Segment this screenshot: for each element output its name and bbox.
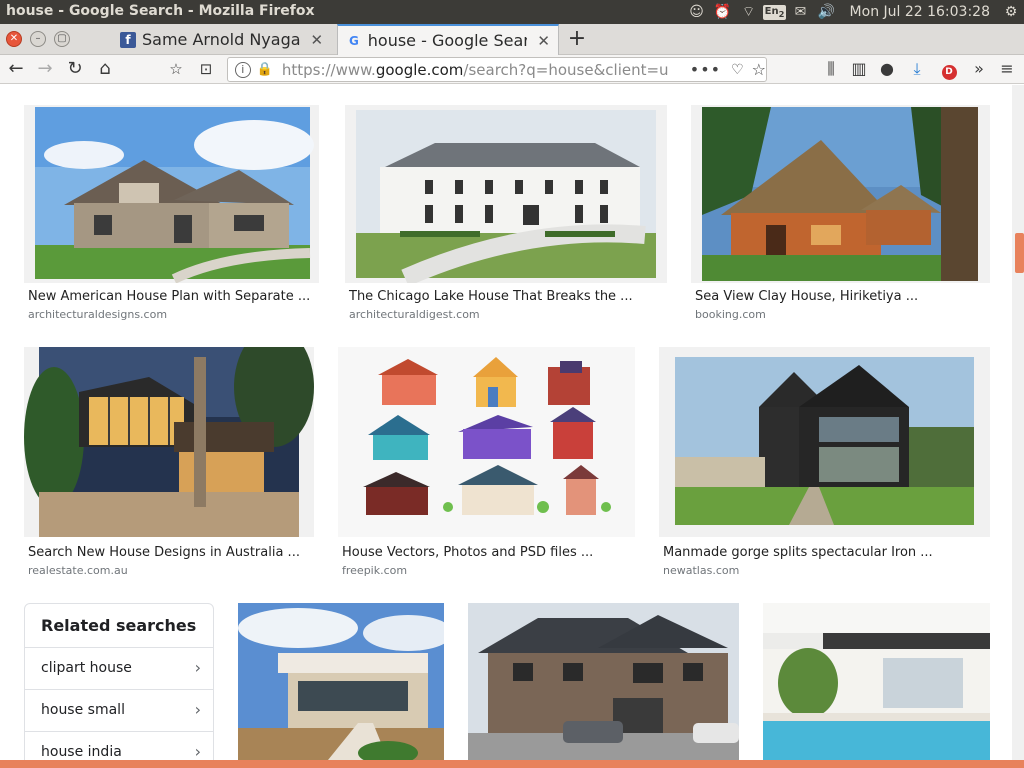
search-results-content: New American House Plan with Separate ..… [0, 85, 1012, 760]
bottom-accent-bar [0, 760, 1024, 768]
os-top-bar: house - Google Search - Mozilla Firefox … [0, 0, 1024, 24]
library-icon[interactable]: ⫼ [818, 57, 844, 81]
pocket-icon[interactable]: ♡ [731, 62, 744, 78]
screenshot-icon[interactable]: ⊡ [194, 57, 218, 81]
chevron-right-icon: › [194, 742, 201, 760]
settings-gear-icon[interactable]: ⚙ [998, 0, 1024, 24]
window-close-button[interactable]: ✕ [6, 31, 22, 47]
tab-label: Same Arnold Nyaga [142, 30, 301, 49]
related-searches-heading: Related searches [41, 616, 197, 635]
url-text[interactable]: https://www.google.com/search?q=house&cl… [282, 61, 682, 79]
related-search-label: house small [41, 702, 125, 718]
chevron-right-icon: › [194, 658, 201, 677]
image-title[interactable]: Sea View Clay House, Hiriketiya ... [695, 289, 918, 304]
image-title[interactable]: House Vectors, Photos and PSD files ... [342, 545, 593, 560]
mail-icon[interactable]: ✉ [788, 0, 814, 24]
house-photo-australia[interactable] [24, 347, 314, 537]
image-source[interactable]: booking.com [695, 308, 766, 321]
image-source[interactable]: architecturaldesigns.com [28, 308, 167, 321]
image-source[interactable]: freepik.com [342, 564, 407, 577]
image-result-9[interactable] [763, 603, 990, 760]
bookmark-star-outline-icon[interactable]: ☆ [164, 57, 188, 81]
url-host: google.com [375, 60, 464, 79]
image-title[interactable]: The Chicago Lake House That Breaks the .… [349, 289, 633, 304]
house-photo-chicago-lake[interactable] [345, 105, 667, 283]
download-icon[interactable]: ⤓ [904, 57, 930, 81]
clock[interactable]: Mon Jul 22 16:03:28 [850, 4, 990, 20]
reload-icon[interactable]: ↻ [63, 57, 87, 81]
volume-icon[interactable]: 🔊 [814, 0, 840, 24]
keyboard-language-indicator[interactable]: En2 [762, 0, 788, 24]
image-source[interactable]: architecturaldigest.com [349, 308, 480, 321]
home-icon[interactable]: ⌂ [93, 57, 117, 81]
related-searches-panel: Related searches clipart house › house s… [24, 603, 214, 760]
related-search-item[interactable]: clipart house › [25, 647, 213, 689]
tab-label: house - Google Search [367, 31, 528, 50]
new-tab-button[interactable]: + [562, 26, 592, 54]
tab-facebook[interactable]: f Same Arnold Nyaga ✕ [112, 24, 336, 55]
emoji-indicator-icon[interactable]: ☺ [684, 0, 710, 24]
hamburger-menu-icon[interactable]: ≡ [994, 57, 1020, 81]
related-search-item[interactable]: house small › [25, 689, 213, 731]
image-result-8[interactable] [468, 603, 739, 760]
house-vector-illustrations[interactable] [338, 347, 635, 537]
related-search-item[interactable]: house india › [25, 731, 213, 760]
window-minimize-button[interactable]: – [30, 31, 46, 47]
house-photo-iron-gorge[interactable] [659, 347, 990, 537]
url-path: /search?q=house&client=u [463, 60, 669, 79]
image-result-7[interactable] [238, 603, 444, 760]
google-icon: G [348, 33, 359, 48]
lang-sub: 2 [778, 8, 785, 19]
image-title[interactable]: Search New House Designs in Australia ..… [28, 545, 300, 560]
lock-icon[interactable]: 🔒 [257, 62, 273, 77]
lang-code: En [764, 5, 779, 17]
page-actions-more-icon[interactable]: ••• [690, 60, 721, 79]
forward-arrow-icon[interactable]: → [33, 57, 57, 81]
alarm-clock-icon[interactable]: ⏰ [710, 0, 736, 24]
image-source[interactable]: realestate.com.au [28, 564, 128, 577]
overflow-chevron-icon[interactable]: » [966, 57, 992, 81]
scrollbar-thumb[interactable] [1015, 233, 1024, 273]
image-title[interactable]: Manmade gorge splits spectacular Iron ..… [663, 545, 933, 560]
tab-strip: ✕ – ▢ f Same Arnold Nyaga ✕ G house - Go… [0, 24, 1024, 55]
chevron-right-icon: › [194, 700, 201, 719]
url-prefix: https://www. [281, 60, 376, 79]
site-info-icon[interactable]: i [235, 61, 251, 78]
house-photo-american[interactable] [24, 105, 319, 283]
system-tray: ☺ ⏰ ⌔ En2 ✉ 🔊 Mon Jul 22 16:03:28 ⚙ [684, 0, 1024, 24]
sidebar-icon[interactable]: ▥ [846, 57, 872, 81]
bookmark-star-icon[interactable]: ☆ [752, 60, 766, 79]
tab-google-search[interactable]: G house - Google Search ✕ [337, 24, 559, 55]
back-arrow-icon[interactable]: ← [4, 57, 28, 81]
wifi-icon[interactable]: ⌔ [736, 0, 762, 24]
image-source[interactable]: newatlas.com [663, 564, 739, 577]
facebook-icon: f [120, 31, 136, 48]
window-maximize-button[interactable]: ▢ [54, 31, 70, 47]
url-bar[interactable]: i 🔒 https://www.google.com/search?q=hous… [227, 57, 767, 82]
tab-close-icon[interactable]: ✕ [311, 31, 324, 49]
account-icon[interactable]: ● [874, 57, 900, 81]
image-title[interactable]: New American House Plan with Separate ..… [28, 289, 310, 304]
related-search-label: clipart house [41, 660, 132, 676]
navigation-toolbar: ← → ↻ ⌂ ☆ ⊡ i 🔒 https://www.google.com/s… [0, 55, 1024, 84]
related-search-label: house india [41, 744, 122, 760]
extension-d-icon[interactable]: D [936, 57, 962, 81]
house-photo-clay-house[interactable] [691, 105, 990, 283]
page-scrollbar[interactable] [1012, 85, 1024, 760]
tab-close-icon[interactable]: ✕ [537, 32, 550, 50]
window-title: house - Google Search - Mozilla Firefox [6, 3, 315, 19]
